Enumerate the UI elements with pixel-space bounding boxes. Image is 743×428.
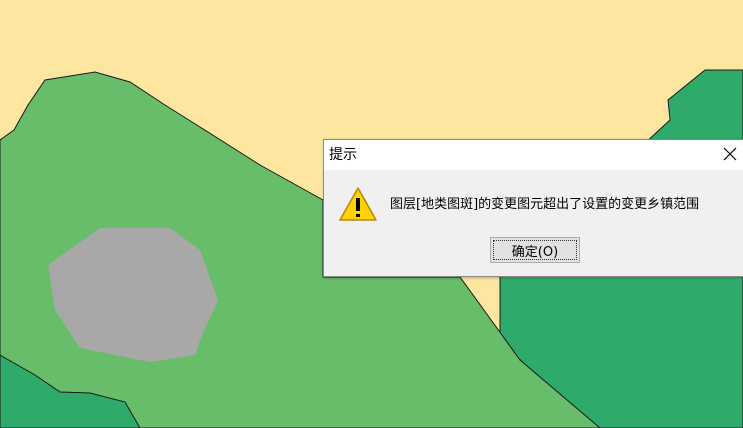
dialog-title: 提示 xyxy=(329,147,357,163)
ok-button[interactable]: 确定(O) xyxy=(490,237,580,263)
close-icon xyxy=(723,147,737,161)
dialog-titlebar: 提示 xyxy=(324,140,743,170)
dialog-message: 图层[地类图斑]的变更图元超出了设置的变更乡镇范围 xyxy=(390,197,700,212)
message-dialog: 提示 图层[地类图斑]的变更图元超出了设置的变更乡镇范围 确定(O) xyxy=(323,139,743,277)
warning-icon xyxy=(339,187,377,221)
close-button[interactable] xyxy=(720,144,740,164)
